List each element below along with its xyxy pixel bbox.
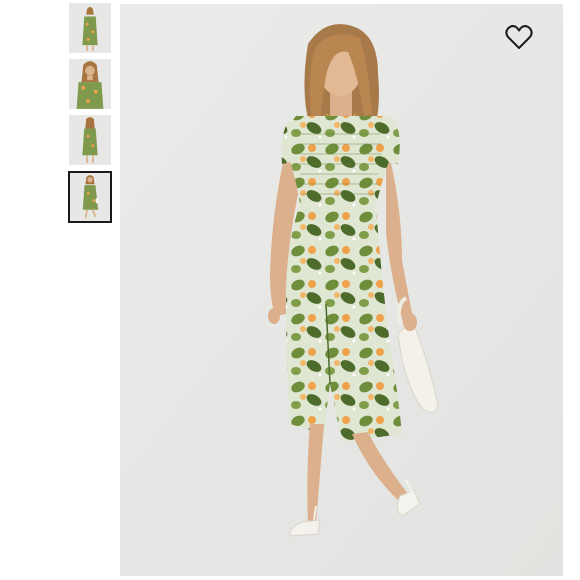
thumbnail-image — [69, 3, 111, 53]
thumbnail-front-closeup[interactable] — [68, 58, 112, 110]
thumbnail-side-walking[interactable] — [68, 171, 112, 223]
wishlist-button[interactable] — [505, 24, 533, 50]
thumbnail-image — [69, 59, 111, 109]
thumbnail-image — [69, 115, 111, 165]
heart-outline-icon — [505, 25, 533, 49]
product-gallery — [0, 0, 580, 580]
thumbnail-image — [70, 173, 110, 221]
thumbnail-front-full[interactable] — [68, 2, 112, 54]
main-product-image[interactable] — [120, 4, 563, 576]
model-dress-illustration — [120, 4, 563, 576]
thumbnail-back-full[interactable] — [68, 114, 112, 166]
